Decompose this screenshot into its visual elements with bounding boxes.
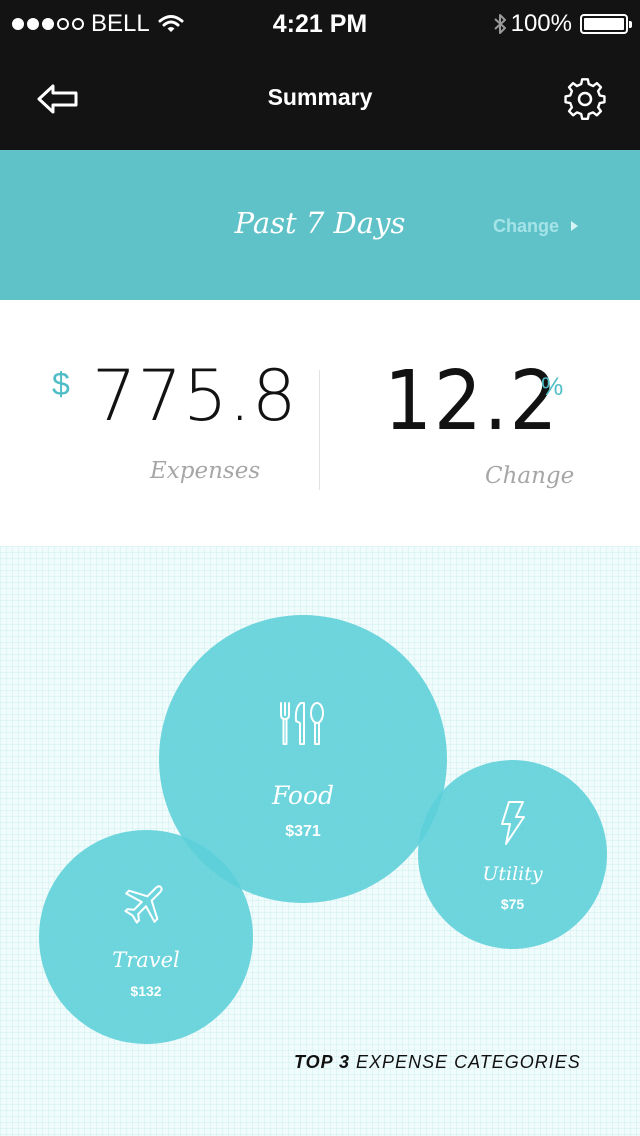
bluetooth-icon (493, 14, 506, 34)
status-right: 100% (493, 9, 632, 39)
airplane-icon (124, 885, 163, 924)
category-name: Utility (482, 863, 543, 885)
page-title: Summary (267, 84, 373, 110)
change-value: 12.2 (384, 354, 560, 449)
category-bubble-travel[interactable]: Travel $132 (39, 830, 253, 1044)
category-amount: $75 (500, 896, 525, 912)
settings-button[interactable] (562, 76, 608, 122)
summary-stats: $ 775.8 Expenses 12.2 % Change (0, 300, 640, 546)
currency-symbol: $ (52, 366, 70, 402)
category-amount: $132 (130, 983, 162, 999)
triangle-right-icon (571, 221, 579, 231)
category-bubble-utility[interactable]: Utility $75 (418, 760, 607, 949)
status-bar: BELL 4:21 PM 100% (0, 0, 640, 48)
category-name: Travel (112, 948, 180, 972)
cutlery-icon (280, 702, 324, 745)
caption-rest: EXPENSE CATEGORIES (356, 1052, 581, 1072)
gear-icon (564, 78, 606, 120)
expenses-value: 775.8 (92, 355, 298, 437)
change-period-link[interactable]: Change (493, 214, 579, 238)
caption-strong: TOP 3 (294, 1052, 351, 1072)
battery-icon (580, 14, 632, 34)
nav-bar: Summary (0, 48, 640, 150)
battery-percent: 100% (510, 10, 572, 37)
period-band: Past 7 Days Change (0, 150, 640, 300)
category-amount: $371 (285, 823, 321, 840)
expenses-label: Expenses (150, 458, 261, 484)
categories-caption: TOP 3 EXPENSE CATEGORIES (294, 1050, 581, 1074)
categories-area: Food $371 Travel $132 Utility $75 TOP 3 … (0, 546, 640, 1136)
change-label: Change (485, 463, 575, 489)
change-period-label: Change (493, 216, 560, 236)
percent-sign: % (541, 373, 564, 401)
lightning-icon (500, 801, 525, 845)
category-name: Food (271, 781, 335, 810)
stats-divider (319, 370, 320, 490)
